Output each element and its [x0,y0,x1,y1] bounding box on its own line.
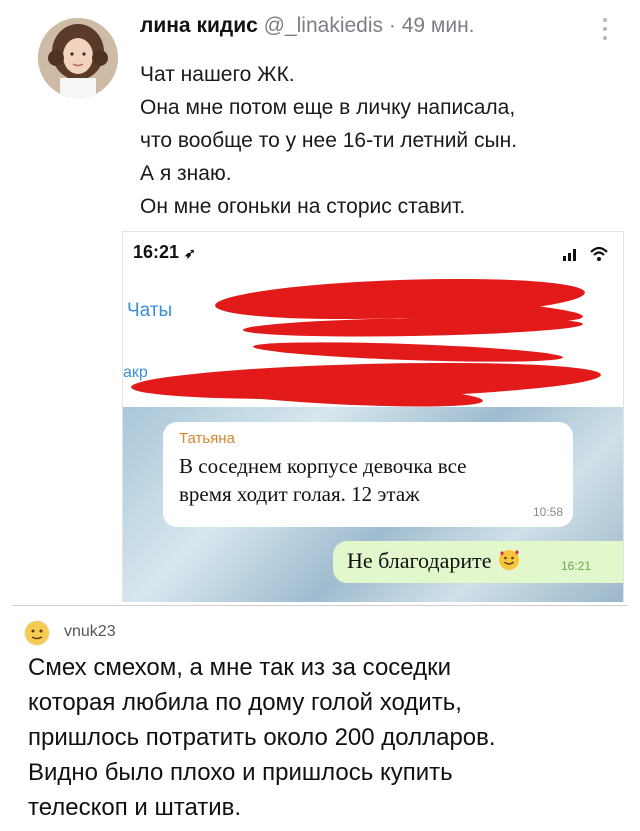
status-icons [561,244,611,267]
commenter-avatar[interactable] [24,620,50,646]
attached-screenshot[interactable]: 16:21 ➶ Чаты акр Татьяна В соседнем корп… [122,231,624,602]
message-time: 10:58 [532,505,563,519]
message-sender[interactable]: Татьяна [179,430,235,447]
more-options-icon[interactable] [602,18,608,44]
author-avatar[interactable] [38,18,118,98]
author-name[interactable]: лина кидис [140,14,258,37]
comment-line: которая любила по дому голой ходить, [28,689,462,716]
incoming-message[interactable]: Татьяна В соседнем корпусе девочка все в… [163,422,573,527]
status-bar-time: 16:21 ➶ [133,242,196,262]
comment-line: телескоп и штатив. [28,794,242,821]
header-separator: · [388,14,396,37]
tweet-line: Чат нашего ЖК. [140,63,295,86]
pinned-label: акр [123,364,148,381]
comment-line: пришлось потратить около 200 долларов. [28,724,496,751]
redaction-scribble [242,315,584,339]
tweet-line: что вообще то у нее 16-ти летний сын. [140,129,518,152]
message-time: 16:21 [561,559,592,573]
tweet-time[interactable]: 49 мин. [402,14,475,37]
author-handle[interactable]: @_linakiedis [264,14,383,37]
signal-wifi-icon [563,246,608,261]
comment-line: Смех смехом, а мне так из за соседки [28,654,452,681]
tweet-line: А я знаю. [140,162,232,185]
comment-line: Видно было плохо и пришлось купить [28,759,453,786]
divider [12,605,628,606]
message-text: Не благодарите [347,548,520,577]
chats-header[interactable]: Чаты [127,300,172,322]
tweet-line: Она мне потом еще в личку написала, [140,96,516,119]
redaction-scribble [252,338,564,366]
message-text: В соседнем корпусе девочка все время ход… [179,454,467,506]
commenter-username[interactable]: vnuk23 [64,623,116,641]
tweet-header: лина кидис @_linakiedis · 49 мин. [140,14,475,38]
outgoing-message[interactable]: Не благодарите 16:21 [333,541,623,583]
location-arrow-icon: ➶ [184,245,196,261]
comment-text: Смех смехом, а мне так из за соседки кот… [28,650,628,825]
tweet-text: Чат нашего ЖК. Она мне потом еще в личку… [140,58,610,223]
tweet-line: Он мне огоньки на сторис ставит. [140,195,466,218]
smiling-hearts-emoji-icon [498,549,520,577]
